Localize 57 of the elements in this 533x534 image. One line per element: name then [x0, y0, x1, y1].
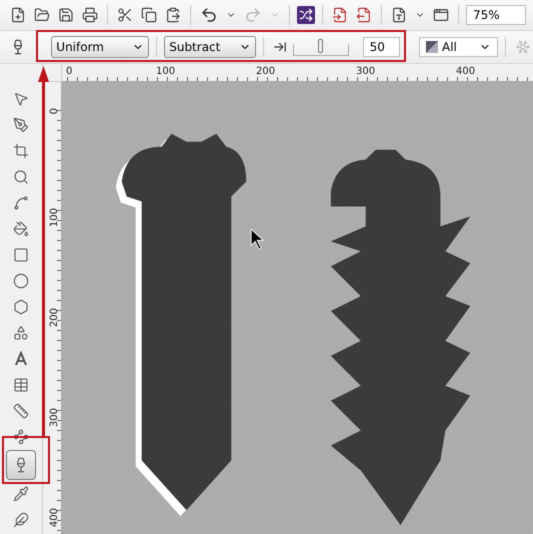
ruler-label: 400: [50, 508, 60, 528]
open-folder-icon: [34, 7, 50, 23]
ruler-label: 300: [356, 67, 376, 77]
text-tool-icon: [13, 350, 29, 366]
crop-icon: [13, 142, 29, 158]
ruler-label: 0: [66, 67, 72, 77]
target-label: All: [442, 40, 457, 54]
ruler-label: 100: [156, 67, 176, 77]
table-icon: [13, 376, 29, 392]
ruler-label: 400: [456, 67, 476, 77]
window-icon: [433, 7, 449, 23]
highlight-frame: [2, 436, 50, 484]
app-launcher-button[interactable]: [297, 6, 315, 24]
ellipse-icon: [13, 272, 29, 288]
shapes-icon: [13, 324, 29, 340]
target-dropdown[interactable]: All: [419, 37, 498, 57]
fill-type-dropdown[interactable]: Uniform: [51, 36, 150, 58]
ruler-label: 100: [50, 208, 60, 228]
eyedropper-icon: [13, 486, 29, 502]
curve-icon: [13, 194, 29, 210]
snowflake-icon: [514, 39, 531, 55]
export-icon: [356, 7, 372, 23]
feather-icon: [13, 512, 29, 528]
paint-bucket-icon: [13, 220, 29, 236]
gradient-icon: [426, 41, 438, 53]
ruler-label: 200: [256, 67, 276, 77]
ruler-icon: [13, 402, 29, 418]
undo-icon: [200, 6, 218, 24]
paste-icon: [165, 7, 181, 23]
copy-icon: [141, 7, 157, 23]
ruler-label: 300: [50, 408, 60, 428]
toolbox-tool[interactable]: [6, 450, 36, 480]
print-icon: [82, 7, 98, 23]
copy-button[interactable]: [139, 5, 159, 25]
ruler-label: 200: [50, 308, 60, 328]
save-icon: [58, 7, 74, 23]
zoom-icon: [13, 168, 29, 184]
document-icon: [391, 7, 407, 23]
hexagon-icon: [13, 298, 29, 314]
transparency-slider[interactable]: [293, 38, 349, 56]
slider-thumb[interactable]: [318, 39, 324, 53]
zoom-field[interactable]: 75%: [466, 5, 526, 25]
toolbar-button[interactable]: [80, 5, 100, 25]
mouse-cursor-icon: [250, 228, 264, 250]
rectangle-icon: [13, 246, 29, 262]
pointer-icon: [13, 90, 29, 106]
crossed-arrows-icon: [299, 8, 313, 22]
scissors-icon: [117, 7, 133, 23]
new-file-icon: [10, 7, 26, 23]
ruler-label: 0: [50, 108, 60, 114]
pen-icon: [13, 116, 29, 132]
transparency-field[interactable]: 50: [362, 37, 400, 57]
import-icon: [332, 7, 348, 23]
merge-mode-dropdown[interactable]: Subtract: [164, 36, 256, 58]
connector-icon: [13, 428, 29, 444]
redo-icon: [244, 6, 262, 24]
arrow-to-line-icon: [273, 40, 288, 54]
